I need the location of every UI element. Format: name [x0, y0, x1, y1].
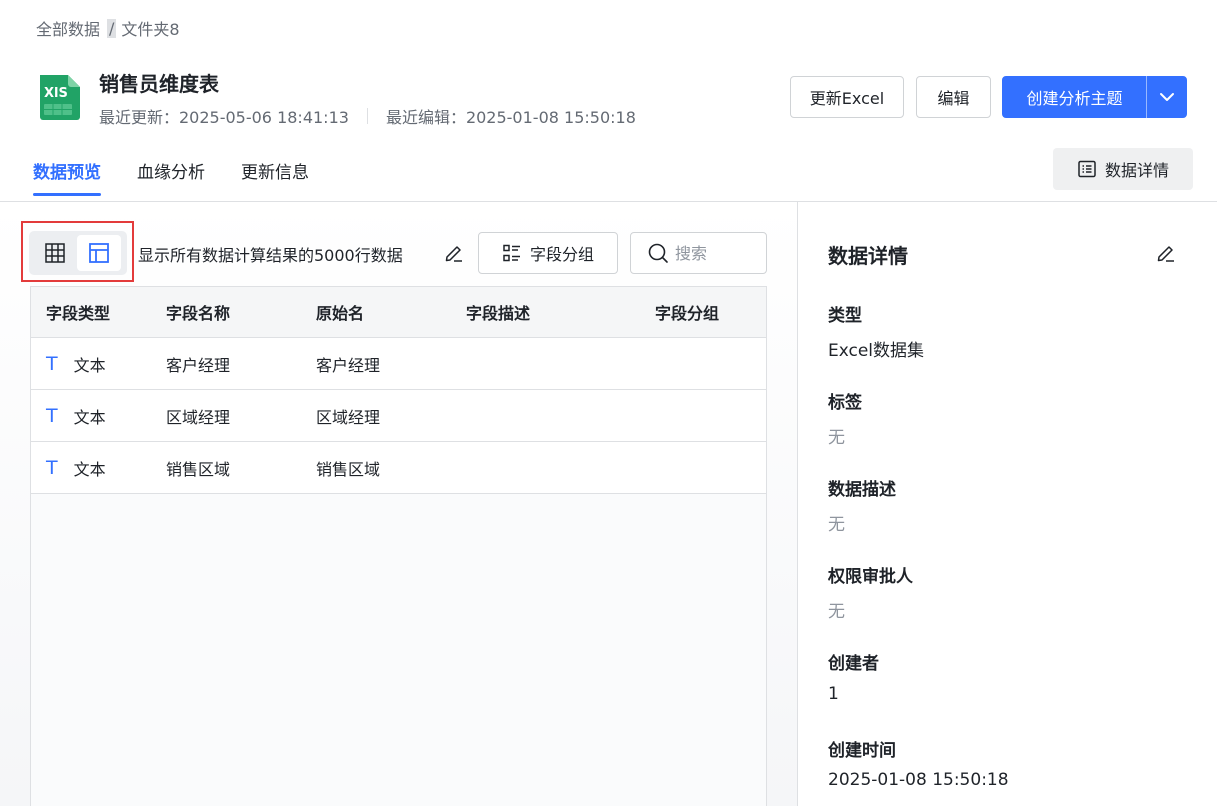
original-name-cell: 销售区域	[316, 459, 381, 479]
tab-data-preview[interactable]: 数据预览	[33, 158, 101, 196]
detail-created-time-value: 2025-01-08 15:50:18	[828, 770, 1009, 790]
file-meta: 最近更新：2025-05-06 18:41:13 最近编辑：2025-01-08…	[99, 104, 636, 128]
data-detail-label: 数据详情	[1104, 161, 1169, 180]
create-topic-button[interactable]: 创建分析主题	[1003, 85, 1146, 109]
header-original-name: 原始名	[316, 304, 365, 323]
field-type-label: 文本	[73, 355, 106, 375]
field-type-label: 文本	[73, 407, 106, 427]
tab-lineage-analysis[interactable]: 血缘分析	[137, 158, 205, 196]
detail-panel	[797, 202, 1217, 806]
breadcrumb-root[interactable]: 全部数据	[36, 16, 100, 40]
edit-details-icon[interactable]	[1155, 242, 1177, 268]
update-excel-button[interactable]: 更新Excel	[790, 76, 904, 118]
detail-tags-label: 标签	[828, 393, 862, 413]
detail-created-time-label: 创建时间	[828, 741, 896, 761]
detail-approver-value: 无	[828, 602, 845, 622]
header-field-group: 字段分组	[655, 304, 720, 323]
search-input[interactable]	[675, 243, 755, 263]
tab-update-info[interactable]: 更新信息	[241, 158, 309, 196]
breadcrumb-separator: /	[107, 18, 117, 38]
table-row[interactable]: T 文本 区域经理 区域经理	[31, 390, 766, 442]
header-field-name: 字段名称	[166, 304, 231, 323]
header-field-desc: 字段描述	[466, 304, 531, 323]
field-name-cell: 销售区域	[166, 459, 231, 479]
detail-approver-label: 权限审批人	[828, 567, 913, 587]
original-name-cell: 客户经理	[316, 355, 381, 375]
layout-icon	[89, 243, 109, 263]
field-type-cell: T 文本	[46, 456, 106, 480]
detail-creator-value: 1	[828, 684, 839, 704]
detail-description-label: 数据描述	[828, 480, 896, 500]
detail-description-value: 无	[828, 515, 845, 535]
tab-bar: 数据预览 血缘分析 更新信息	[33, 158, 345, 196]
detail-panel-title: 数据详情	[828, 244, 908, 268]
detail-creator-label: 创建者	[828, 654, 879, 674]
last-edit-time: 最近编辑：2025-01-08 15:50:18	[385, 108, 636, 127]
field-group-label: 字段分组	[529, 245, 594, 264]
header-field-type: 字段类型	[46, 304, 111, 323]
field-name-cell: 客户经理	[166, 355, 231, 375]
rows-info-text: 显示所有数据计算结果的5000行数据	[138, 246, 403, 265]
text-type-icon: T	[46, 456, 58, 479]
page-title: 销售员维度表	[99, 72, 219, 96]
data-detail-button[interactable]: 数据详情	[1053, 148, 1193, 190]
detail-type-value: Excel数据集	[828, 341, 925, 361]
field-group-button[interactable]: 字段分组	[478, 232, 618, 274]
list-icon	[1078, 160, 1096, 178]
original-name-cell: 区域经理	[316, 407, 381, 427]
fields-table: 字段类型 字段名称 原始名 字段描述 字段分组 T 文本 客户经理 客户经理 T…	[30, 286, 767, 806]
detail-type-label: 类型	[828, 306, 862, 326]
search-icon	[648, 243, 668, 263]
grid-view-button[interactable]	[33, 235, 77, 271]
breadcrumb-current: 文件夹8	[121, 20, 180, 39]
text-type-icon: T	[46, 352, 58, 375]
view-toggle	[29, 231, 127, 275]
chevron-down-icon[interactable]	[1147, 77, 1186, 117]
last-update-time: 最近更新：2025-05-06 18:41:13	[99, 108, 349, 127]
field-type-cell: T 文本	[46, 404, 106, 428]
field-name-cell: 区域经理	[166, 407, 231, 427]
svg-text:XlS: XlS	[44, 86, 68, 101]
field-type-cell: T 文本	[46, 352, 106, 376]
excel-file-icon: XlS	[36, 73, 82, 121]
search-box	[630, 232, 767, 274]
table-row[interactable]: T 文本 销售区域 销售区域	[31, 442, 766, 494]
table-row[interactable]: T 文本 客户经理 客户经理	[31, 338, 766, 390]
text-type-icon: T	[46, 404, 58, 427]
grid-icon	[45, 243, 65, 263]
detail-tags-value: 无	[828, 428, 845, 448]
field-group-icon	[503, 244, 520, 262]
edit-pen-icon[interactable]	[443, 242, 465, 268]
table-header: 字段类型 字段名称 原始名 字段描述 字段分组	[31, 287, 766, 338]
field-type-label: 文本	[73, 459, 106, 479]
meta-divider	[366, 108, 368, 124]
breadcrumb: 全部数据 / 文件夹8	[36, 16, 180, 40]
layout-view-button[interactable]	[77, 235, 121, 271]
edit-button[interactable]: 编辑	[916, 76, 991, 118]
create-topic-button-group: 创建分析主题	[1002, 76, 1187, 118]
